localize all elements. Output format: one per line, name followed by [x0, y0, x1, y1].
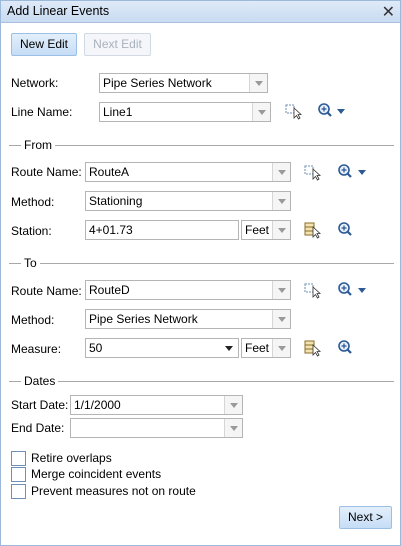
from-route-label: Route Name:	[11, 165, 82, 179]
from-station-value: 4+01.73	[89, 223, 133, 237]
next-button[interactable]: Next >	[339, 506, 392, 529]
from-unit-value: Feet	[245, 223, 270, 237]
end-date-label: End Date:	[11, 421, 65, 435]
network-select[interactable]: Pipe Series Network	[99, 73, 268, 93]
from-station-input[interactable]: 4+01.73	[85, 220, 239, 240]
chevron-down-icon[interactable]	[249, 74, 267, 92]
select-from-map-icon[interactable]	[284, 102, 306, 120]
from-station-label: Station:	[11, 224, 52, 238]
chevron-down-icon[interactable]	[272, 339, 290, 357]
to-unit-value: Feet	[245, 341, 270, 355]
to-unit-select[interactable]: Feet	[241, 338, 291, 358]
select-from-map-icon[interactable]	[303, 163, 325, 181]
to-route-value: RouteD	[89, 283, 130, 297]
line-name-select[interactable]: Line1	[99, 102, 271, 122]
chevron-down-icon[interactable]	[356, 163, 368, 181]
chevron-down-icon[interactable]	[272, 221, 290, 239]
window-title: Add Linear Events	[7, 4, 110, 18]
start-date-label: Start Date:	[11, 398, 69, 412]
to-method-label: Method:	[11, 313, 55, 327]
divider	[9, 145, 394, 146]
network-value: Pipe Series Network	[103, 76, 212, 90]
chevron-down-icon[interactable]	[356, 281, 368, 299]
from-method-value: Stationing	[89, 194, 143, 208]
table-pick-icon[interactable]	[303, 221, 325, 239]
from-route-select[interactable]: RouteA	[85, 162, 291, 182]
from-route-value: RouteA	[89, 165, 130, 179]
prevent-measures-label: Prevent measures not on route	[31, 484, 196, 498]
line-name-label: Line Name:	[11, 105, 73, 119]
zoom-icon[interactable]	[337, 339, 359, 357]
chevron-down-icon[interactable]	[224, 419, 242, 437]
chevron-down-icon[interactable]	[272, 310, 290, 328]
chevron-down-icon[interactable]	[335, 102, 347, 120]
chevron-down-icon[interactable]	[220, 339, 238, 357]
from-unit-select[interactable]: Feet	[241, 220, 291, 240]
title-bar: Add Linear Events ✕	[1, 1, 400, 23]
chevron-down-icon[interactable]	[224, 396, 242, 414]
close-icon[interactable]: ✕	[382, 2, 395, 22]
chevron-down-icon[interactable]	[272, 163, 290, 181]
divider	[9, 263, 394, 264]
to-measure-value: 50	[89, 341, 103, 355]
to-method-value: Pipe Series Network	[89, 312, 198, 326]
to-route-label: Route Name:	[11, 284, 82, 298]
prevent-measures-checkbox[interactable]	[11, 484, 26, 499]
line-name-value: Line1	[103, 105, 133, 119]
to-method-select[interactable]: Pipe Series Network	[85, 309, 291, 329]
retire-overlaps-label: Retire overlaps	[31, 451, 112, 465]
start-date-picker[interactable]: 1/1/2000	[70, 395, 243, 415]
end-date-picker[interactable]	[70, 418, 243, 438]
zoom-icon[interactable]	[337, 221, 359, 239]
divider	[9, 381, 394, 382]
network-label: Network:	[11, 76, 59, 90]
merge-events-label: Merge coincident events	[31, 467, 162, 481]
from-section-title: From	[21, 138, 55, 152]
to-measure-select[interactable]: 50	[85, 338, 239, 358]
from-method-label: Method:	[11, 195, 55, 209]
retire-overlaps-checkbox[interactable]	[11, 451, 26, 466]
to-section-title: To	[21, 256, 40, 270]
dates-section-title: Dates	[21, 374, 59, 388]
to-route-select[interactable]: RouteD	[85, 280, 291, 300]
chevron-down-icon[interactable]	[272, 192, 290, 210]
select-from-map-icon[interactable]	[303, 281, 325, 299]
next-edit-button[interactable]: Next Edit	[84, 33, 151, 56]
table-pick-icon[interactable]	[303, 339, 325, 357]
start-date-value: 1/1/2000	[74, 398, 121, 412]
from-method-select[interactable]: Stationing	[85, 191, 291, 211]
to-measure-label: Measure:	[11, 342, 62, 356]
new-edit-button[interactable]: New Edit	[11, 33, 77, 56]
merge-events-checkbox[interactable]	[11, 467, 26, 482]
chevron-down-icon[interactable]	[252, 103, 270, 121]
chevron-down-icon[interactable]	[272, 281, 290, 299]
add-linear-events-window: Add Linear Events ✕ New Edit Next Edit N…	[0, 0, 401, 546]
